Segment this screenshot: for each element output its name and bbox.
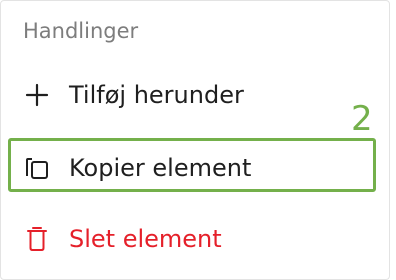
copy-icon — [23, 154, 51, 182]
copy-element-label: Kopier element — [69, 154, 252, 182]
highlight-number-label: 2 — [351, 99, 373, 139]
delete-element-label: Slet element — [69, 225, 222, 253]
section-title: Handlinger — [23, 19, 139, 43]
plus-icon — [23, 81, 51, 109]
actions-menu: Handlinger Tilføj herunder Kopier elemen… — [0, 0, 390, 280]
delete-element-menu-item[interactable]: Slet element — [1, 203, 389, 275]
trash-icon — [23, 225, 51, 253]
copy-element-menu-item[interactable]: Kopier element — [1, 132, 389, 204]
add-below-menu-item[interactable]: Tilføj herunder — [1, 59, 389, 131]
add-below-label: Tilføj herunder — [69, 81, 244, 109]
